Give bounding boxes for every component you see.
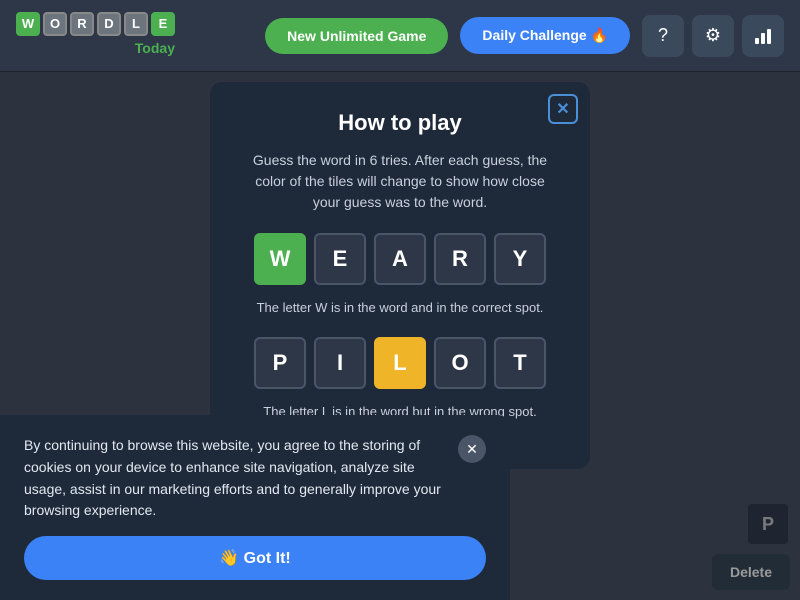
daily-challenge-button[interactable]: Daily Challenge 🔥 [460,17,630,54]
logo-letters: W O R D L E [16,12,175,36]
tile-e: E [314,233,366,285]
new-unlimited-game-button[interactable]: New Unlimited Game [265,18,448,54]
logo-wrapper: W O R D L E Today [16,12,175,60]
hint-text-1: The letter W is in the word and in the c… [246,299,554,317]
cookie-text: By continuing to browse this website, yo… [24,435,442,522]
main-content: P Delete ✕ How to play Guess the word in… [0,72,800,600]
tile-o: O [434,337,486,389]
modal-close-button[interactable]: ✕ [548,94,578,124]
tile-w: W [254,233,306,285]
logo-letter-r: R [70,12,94,36]
logo-letter-e: E [151,12,175,36]
logo-letter-o: O [43,12,67,36]
logo-letter-d: D [97,12,121,36]
cookie-header: By continuing to browse this website, yo… [24,435,486,522]
tile-p: P [254,337,306,389]
cookie-banner: By continuing to browse this website, yo… [0,415,510,600]
tile-y: Y [494,233,546,285]
logo-letter-w: W [16,12,40,36]
logo-letter-l: L [124,12,148,36]
cookie-close-button[interactable]: ✕ [458,435,486,463]
modal-description: Guess the word in 6 tries. After each gu… [246,150,554,213]
stats-icon [753,26,773,46]
help-button[interactable]: ? [642,15,684,57]
help-icon: ? [658,25,668,46]
tile-l: L [374,337,426,389]
how-to-play-modal: ✕ How to play Guess the word in 6 tries.… [210,82,590,469]
got-it-button[interactable]: 👋 Got It! [24,536,486,580]
header-icons: ? ⚙ [642,15,784,57]
settings-icon: ⚙ [705,25,721,46]
tile-a: A [374,233,426,285]
tile-t: T [494,337,546,389]
settings-button[interactable]: ⚙ [692,15,734,57]
header: W O R D L E Today New Unlimited Game Dai… [0,0,800,72]
tile-i: I [314,337,366,389]
stats-button[interactable] [742,15,784,57]
tile-r: R [434,233,486,285]
modal-title: How to play [246,110,554,136]
logo-container: W O R D L E Today [16,12,175,60]
logo-today: Today [135,40,175,56]
word-row-2: P I L O T [246,337,554,389]
word-row-1: W E A R Y [246,233,554,285]
